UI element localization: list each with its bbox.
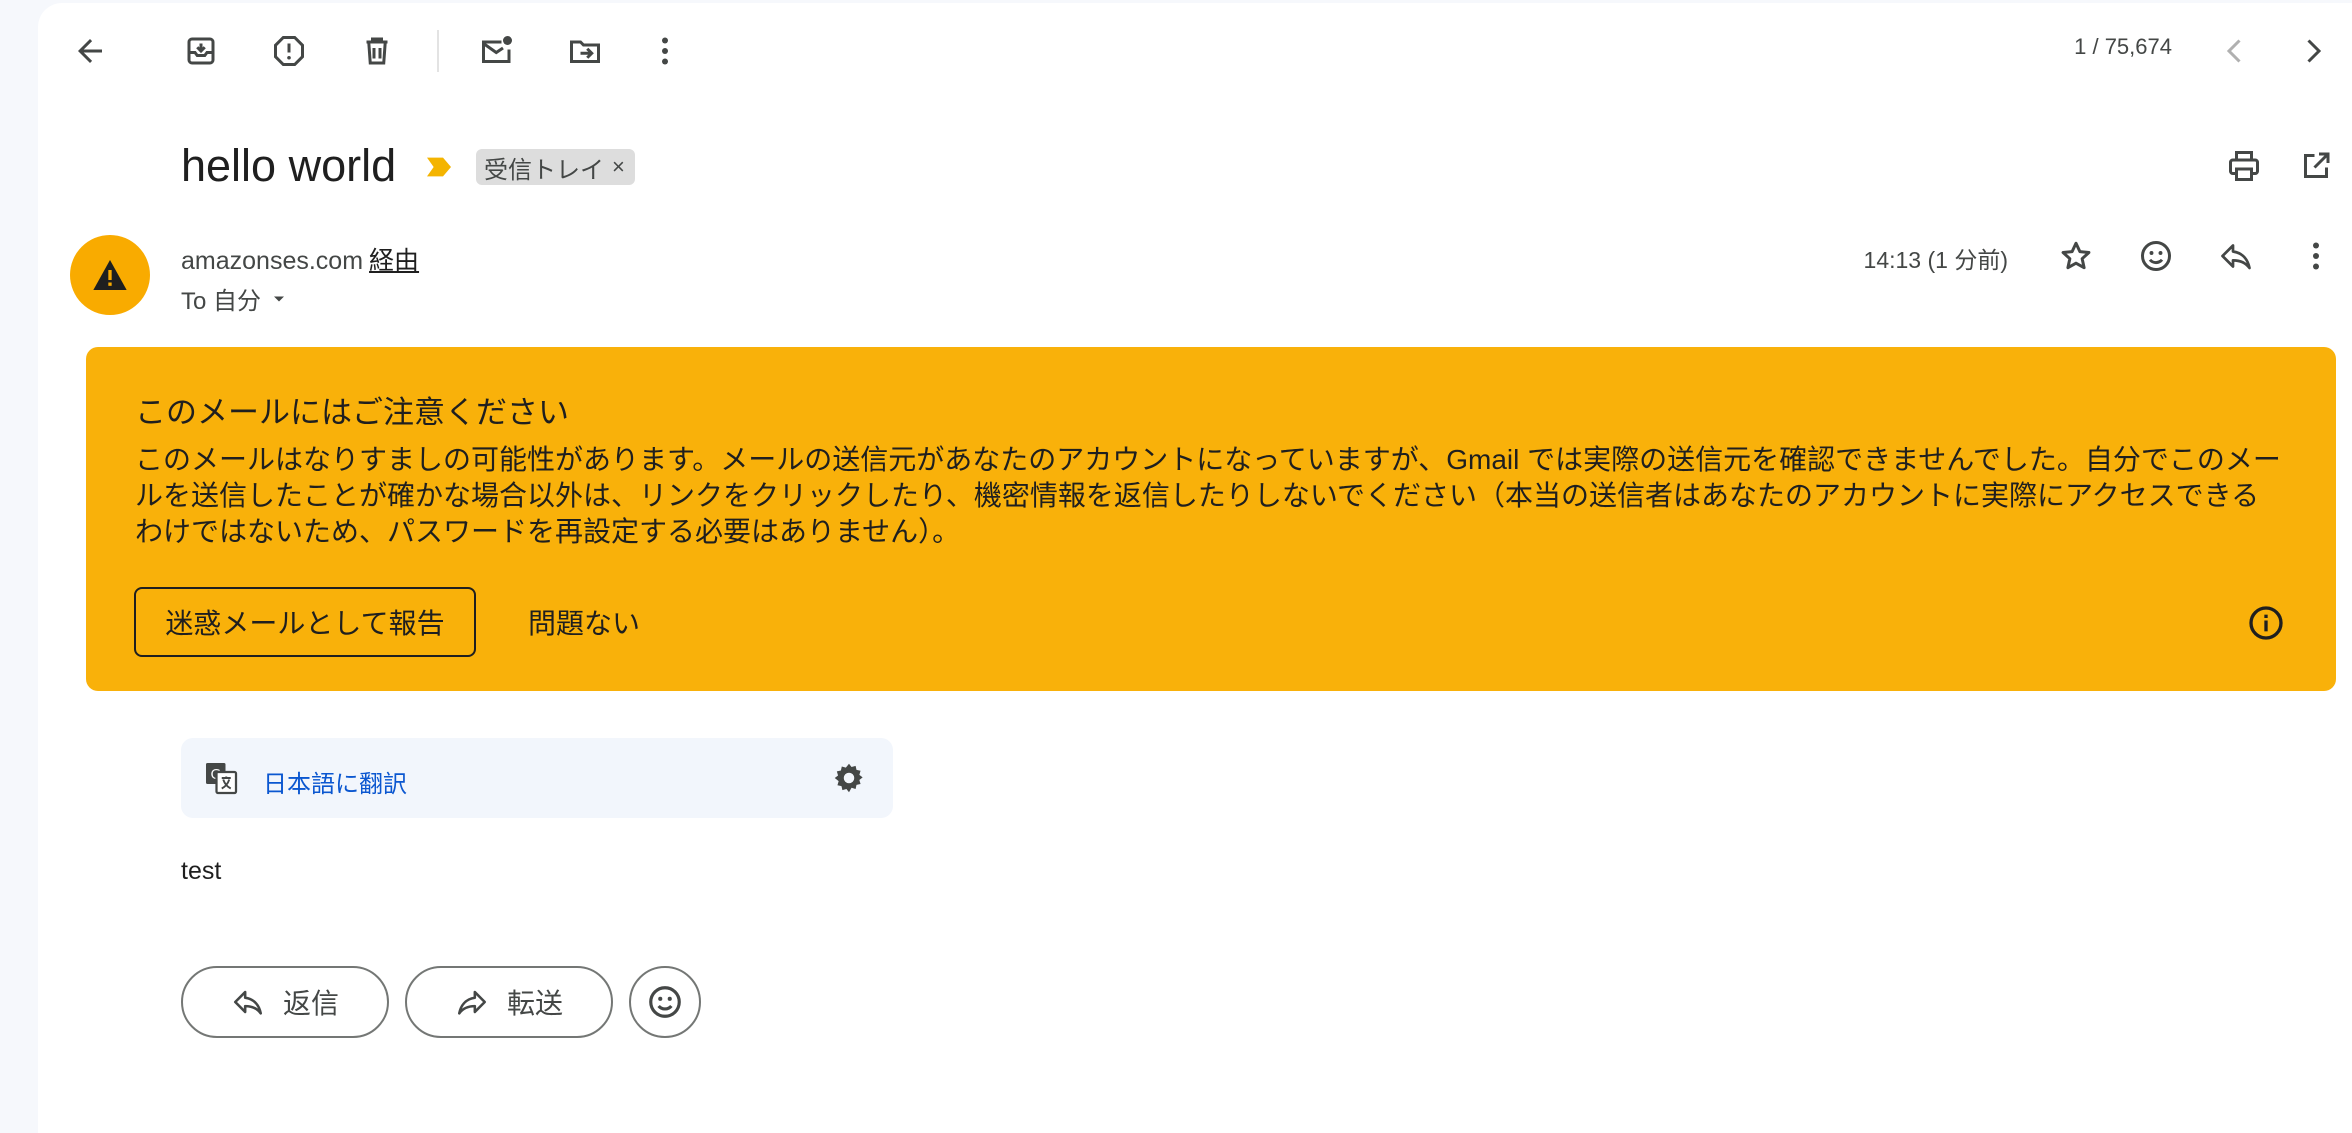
back-arrow-icon[interactable] xyxy=(60,21,120,81)
mark-unread-icon[interactable] xyxy=(467,21,527,81)
warning-title: このメールにはご注意ください xyxy=(135,395,569,430)
reply-button[interactable]: 返信 xyxy=(181,966,389,1038)
message-time: 14:13 (1 分前) xyxy=(1863,247,2008,273)
sender-line: amazonses.com 経由 xyxy=(181,241,419,277)
more-vert-icon[interactable] xyxy=(635,21,695,81)
avatar xyxy=(70,235,150,315)
prev-icon[interactable] xyxy=(2205,21,2265,81)
emoji-reaction-icon[interactable] xyxy=(2126,226,2186,286)
archive-icon[interactable] xyxy=(171,21,231,81)
warning-text: このメールはなりすましの可能性があります。メールの送信元があなたのアカウントにな… xyxy=(135,444,2281,547)
report-spam-button[interactable]: 迷惑メールとして報告 xyxy=(134,587,476,657)
emoji-reaction-button[interactable] xyxy=(629,966,701,1038)
delete-icon[interactable] xyxy=(347,21,407,81)
warning-icon xyxy=(93,260,127,290)
remove-label-icon[interactable]: × xyxy=(612,154,625,180)
reply-label: 返信 xyxy=(282,988,339,1019)
label-chip-text: 受信トレイ xyxy=(484,156,604,184)
translate-icon: G xyxy=(206,763,238,795)
forward-label: 転送 xyxy=(506,988,563,1019)
emoji-icon xyxy=(649,986,681,1018)
more-vert-icon[interactable] xyxy=(2286,226,2346,286)
next-icon[interactable] xyxy=(2283,21,2343,81)
chevron-down-icon xyxy=(274,296,285,301)
looks-safe-button[interactable]: 問題ない xyxy=(516,587,652,657)
page-title: hello world xyxy=(181,140,397,191)
info-icon[interactable] xyxy=(2246,603,2286,643)
forward-icon xyxy=(457,990,487,1015)
recipient-text: To 自分 xyxy=(181,288,262,315)
forward-button[interactable]: 転送 xyxy=(405,966,613,1038)
reply-icon[interactable] xyxy=(2206,226,2266,286)
toolbar-divider xyxy=(437,30,439,72)
message-body: test xyxy=(181,857,222,885)
recipient-toggle[interactable]: To 自分 xyxy=(181,281,289,316)
spoofing-warning-banner: このメールにはご注意ください このメールはなりすましの可能性があります。メールの… xyxy=(86,347,2336,691)
message-counter: 1 / 75,674 xyxy=(2074,34,2172,59)
important-marker-icon[interactable] xyxy=(423,151,455,183)
via-link[interactable]: 経由 xyxy=(369,247,419,275)
move-to-icon[interactable] xyxy=(555,21,615,81)
sender-name: amazonses.com xyxy=(181,247,364,275)
translate-bar: G 日本語に翻訳 xyxy=(181,738,893,818)
reply-icon xyxy=(233,990,263,1015)
gear-icon[interactable] xyxy=(831,760,867,796)
report-spam-icon[interactable] xyxy=(259,21,319,81)
print-icon[interactable] xyxy=(2214,136,2274,196)
open-in-new-window-icon[interactable] xyxy=(2286,136,2346,196)
star-icon[interactable] xyxy=(2046,226,2106,286)
label-chip: 受信トレイ × xyxy=(476,149,635,185)
translate-link[interactable]: 日本語に翻訳 xyxy=(263,764,407,799)
